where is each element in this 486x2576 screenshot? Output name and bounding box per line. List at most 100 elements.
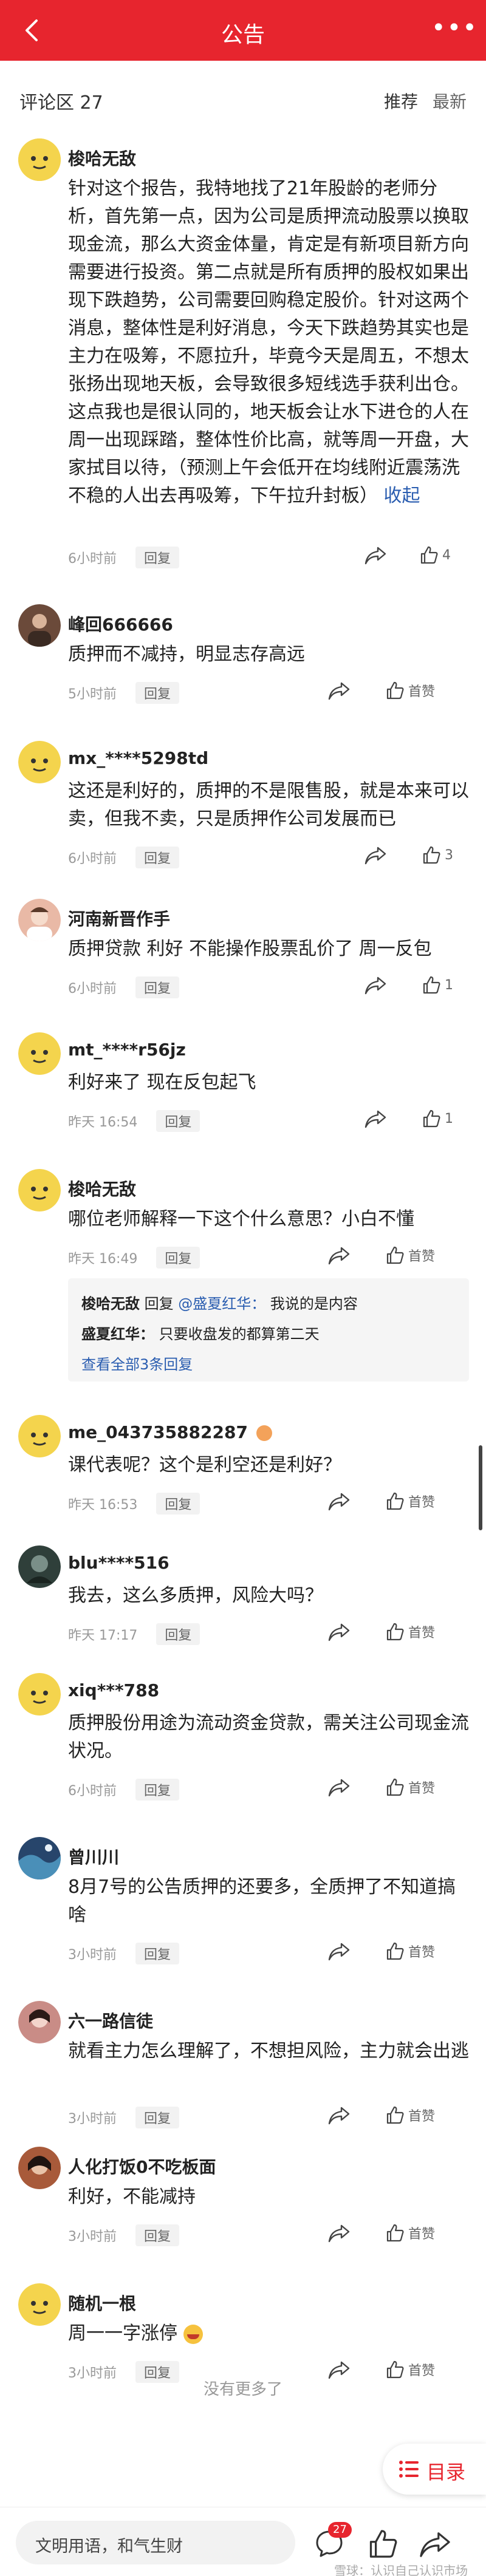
comment-body: 针对这个报告，我特地找了21年股龄的老师分析，首先第一点，因为公司是质押流动股票…	[68, 178, 469, 506]
username[interactable]: blu****516	[68, 1553, 169, 1573]
username[interactable]: me_043735882287	[68, 1422, 272, 1442]
avatar[interactable]	[18, 1032, 61, 1075]
like-button[interactable]: 1	[422, 1108, 453, 1130]
share-icon[interactable]	[419, 2528, 451, 2560]
reply-button[interactable]: 回复	[135, 976, 180, 998]
like-count: 首赞	[408, 1945, 436, 1960]
avatar[interactable]	[18, 1673, 61, 1716]
reply-button[interactable]: 回复	[135, 2224, 180, 2246]
like-button[interactable]: 首赞	[385, 1940, 435, 1962]
username[interactable]: 梭哈无敌	[68, 146, 136, 170]
comment-meta: 6小时前 回复	[68, 976, 180, 998]
avatar[interactable]	[18, 741, 61, 783]
share-icon[interactable]	[364, 844, 386, 866]
username[interactable]: mt_****r56jz	[68, 1040, 186, 1060]
comment-actions: 首赞	[328, 1940, 468, 1962]
username[interactable]: 人化打饭0不吃板面	[68, 2154, 216, 2178]
reply-item[interactable]: 盛夏红华： 只要收盘发的都算第二天	[81, 1322, 320, 1343]
sort-recommended-tab[interactable]: 推荐	[384, 89, 418, 113]
username[interactable]: 梭哈无敌	[68, 1176, 136, 1201]
thumbs-up-icon[interactable]	[367, 2528, 399, 2560]
avatar[interactable]	[18, 899, 61, 941]
reply-button[interactable]: 回复	[156, 1493, 200, 1515]
avatar[interactable]	[18, 2001, 61, 2043]
comment-bubble-icon[interactable]: 27	[313, 2522, 352, 2560]
comment-actions: 首赞	[328, 1776, 468, 1798]
share-icon[interactable]	[328, 1621, 350, 1643]
reply-button[interactable]: 回复	[135, 2107, 180, 2128]
view-all-replies-link[interactable]: 查看全部3条回复	[81, 1352, 193, 1374]
comment-item: blu****516 我去，这么多质押，风险大吗？ 昨天 17:17 回复 首赞	[0, 1545, 486, 1655]
reply-button[interactable]: 回复	[135, 847, 180, 868]
username[interactable]: 六一路信徒	[68, 2008, 153, 2033]
share-icon[interactable]	[328, 1940, 350, 1962]
avatar[interactable]	[18, 1169, 61, 1211]
username[interactable]: 峰回666666	[68, 612, 173, 636]
reply-button[interactable]: 回复	[156, 1623, 200, 1645]
reply-button[interactable]: 回复	[135, 547, 180, 568]
username[interactable]: xiq***788	[68, 1680, 159, 1700]
avatar[interactable]	[18, 1415, 61, 1457]
share-icon[interactable]	[328, 680, 350, 701]
comment-meta: 6小时前 回复	[68, 1779, 180, 1801]
like-button[interactable]: 首赞	[385, 1490, 435, 1512]
comment-actions: 首赞	[328, 1621, 468, 1643]
thumbs-up-icon	[386, 1492, 404, 1510]
like-count: 1	[445, 977, 453, 993]
like-button[interactable]: 首赞	[385, 680, 435, 701]
toc-label: 目录	[426, 2461, 466, 2484]
like-button[interactable]: 1	[422, 974, 453, 996]
like-count: 首赞	[408, 1626, 436, 1641]
comment-text: 利好，不能减持	[68, 2186, 196, 2207]
share-icon[interactable]	[328, 1244, 350, 1266]
comment-item: mx_****5298td 这还是利好的，质押的不是限售股，就是本来可以卖，但我…	[0, 741, 486, 874]
thumbs-up-icon	[420, 546, 438, 564]
avatar[interactable]	[18, 1837, 61, 1879]
avatar[interactable]	[18, 1545, 61, 1588]
thumbs-up-icon	[386, 1623, 404, 1641]
reply-button[interactable]: 回复	[156, 1247, 200, 1269]
avatar[interactable]	[18, 2283, 61, 2326]
avatar[interactable]	[18, 2147, 61, 2189]
reply-item[interactable]: 梭哈无敌 回复 @盛夏红华： 我说的是内容	[81, 1292, 358, 1313]
comment-time: 6小时前	[68, 1784, 117, 1799]
like-button[interactable]: 3	[422, 844, 453, 866]
username[interactable]: 随机一根	[68, 2291, 136, 2315]
collapse-link[interactable]: 收起	[384, 485, 420, 506]
share-icon[interactable]	[364, 1108, 386, 1130]
comment-text: 8月7号的公告质押的还要多，全质押了不知道搞啥	[68, 1876, 456, 1926]
comment-actions: 首赞	[328, 1490, 468, 1512]
toc-button[interactable]: 目录	[383, 2444, 486, 2495]
like-button[interactable]: 4	[419, 544, 451, 566]
avatar[interactable]	[18, 138, 61, 181]
comment-input[interactable]: 文明用语，和气生财	[16, 2521, 295, 2564]
like-button[interactable]: 首赞	[385, 1244, 435, 1266]
like-count: 首赞	[408, 1781, 436, 1796]
reply-button[interactable]: 回复	[156, 1110, 200, 1132]
like-button[interactable]: 首赞	[385, 1776, 435, 1798]
like-button[interactable]: 首赞	[385, 1621, 435, 1643]
thumbs-up-icon	[386, 1778, 404, 1796]
share-icon[interactable]	[328, 2104, 350, 2126]
reply-button[interactable]: 回复	[135, 1943, 180, 1964]
share-icon[interactable]	[328, 2222, 350, 2244]
more-icon[interactable]: •••	[431, 12, 477, 49]
reply-text: 我说的是内容	[270, 1295, 358, 1312]
share-icon[interactable]	[328, 1490, 350, 1512]
username[interactable]: 曾川川	[68, 1844, 119, 1869]
share-icon[interactable]	[328, 1776, 350, 1798]
share-icon[interactable]	[364, 544, 386, 566]
username[interactable]: mx_****5298td	[68, 748, 208, 768]
like-button[interactable]: 首赞	[385, 2104, 435, 2126]
username[interactable]: 河南新晋作手	[68, 906, 170, 930]
avatar[interactable]	[18, 604, 61, 647]
comment-text: 针对这个报告，我特地找了21年股龄的老师分析，首先第一点，因为公司是质押流动股票…	[68, 175, 469, 510]
sort-latest-tab[interactable]: 最新	[433, 89, 467, 113]
comment-time: 昨天 16:54	[68, 1115, 138, 1130]
level-badge-icon	[256, 1425, 272, 1441]
like-button[interactable]: 首赞	[385, 2222, 435, 2244]
scrollbar[interactable]	[479, 1445, 482, 1530]
share-icon[interactable]	[364, 974, 386, 996]
reply-button[interactable]: 回复	[135, 682, 180, 704]
reply-button[interactable]: 回复	[135, 1779, 180, 1801]
